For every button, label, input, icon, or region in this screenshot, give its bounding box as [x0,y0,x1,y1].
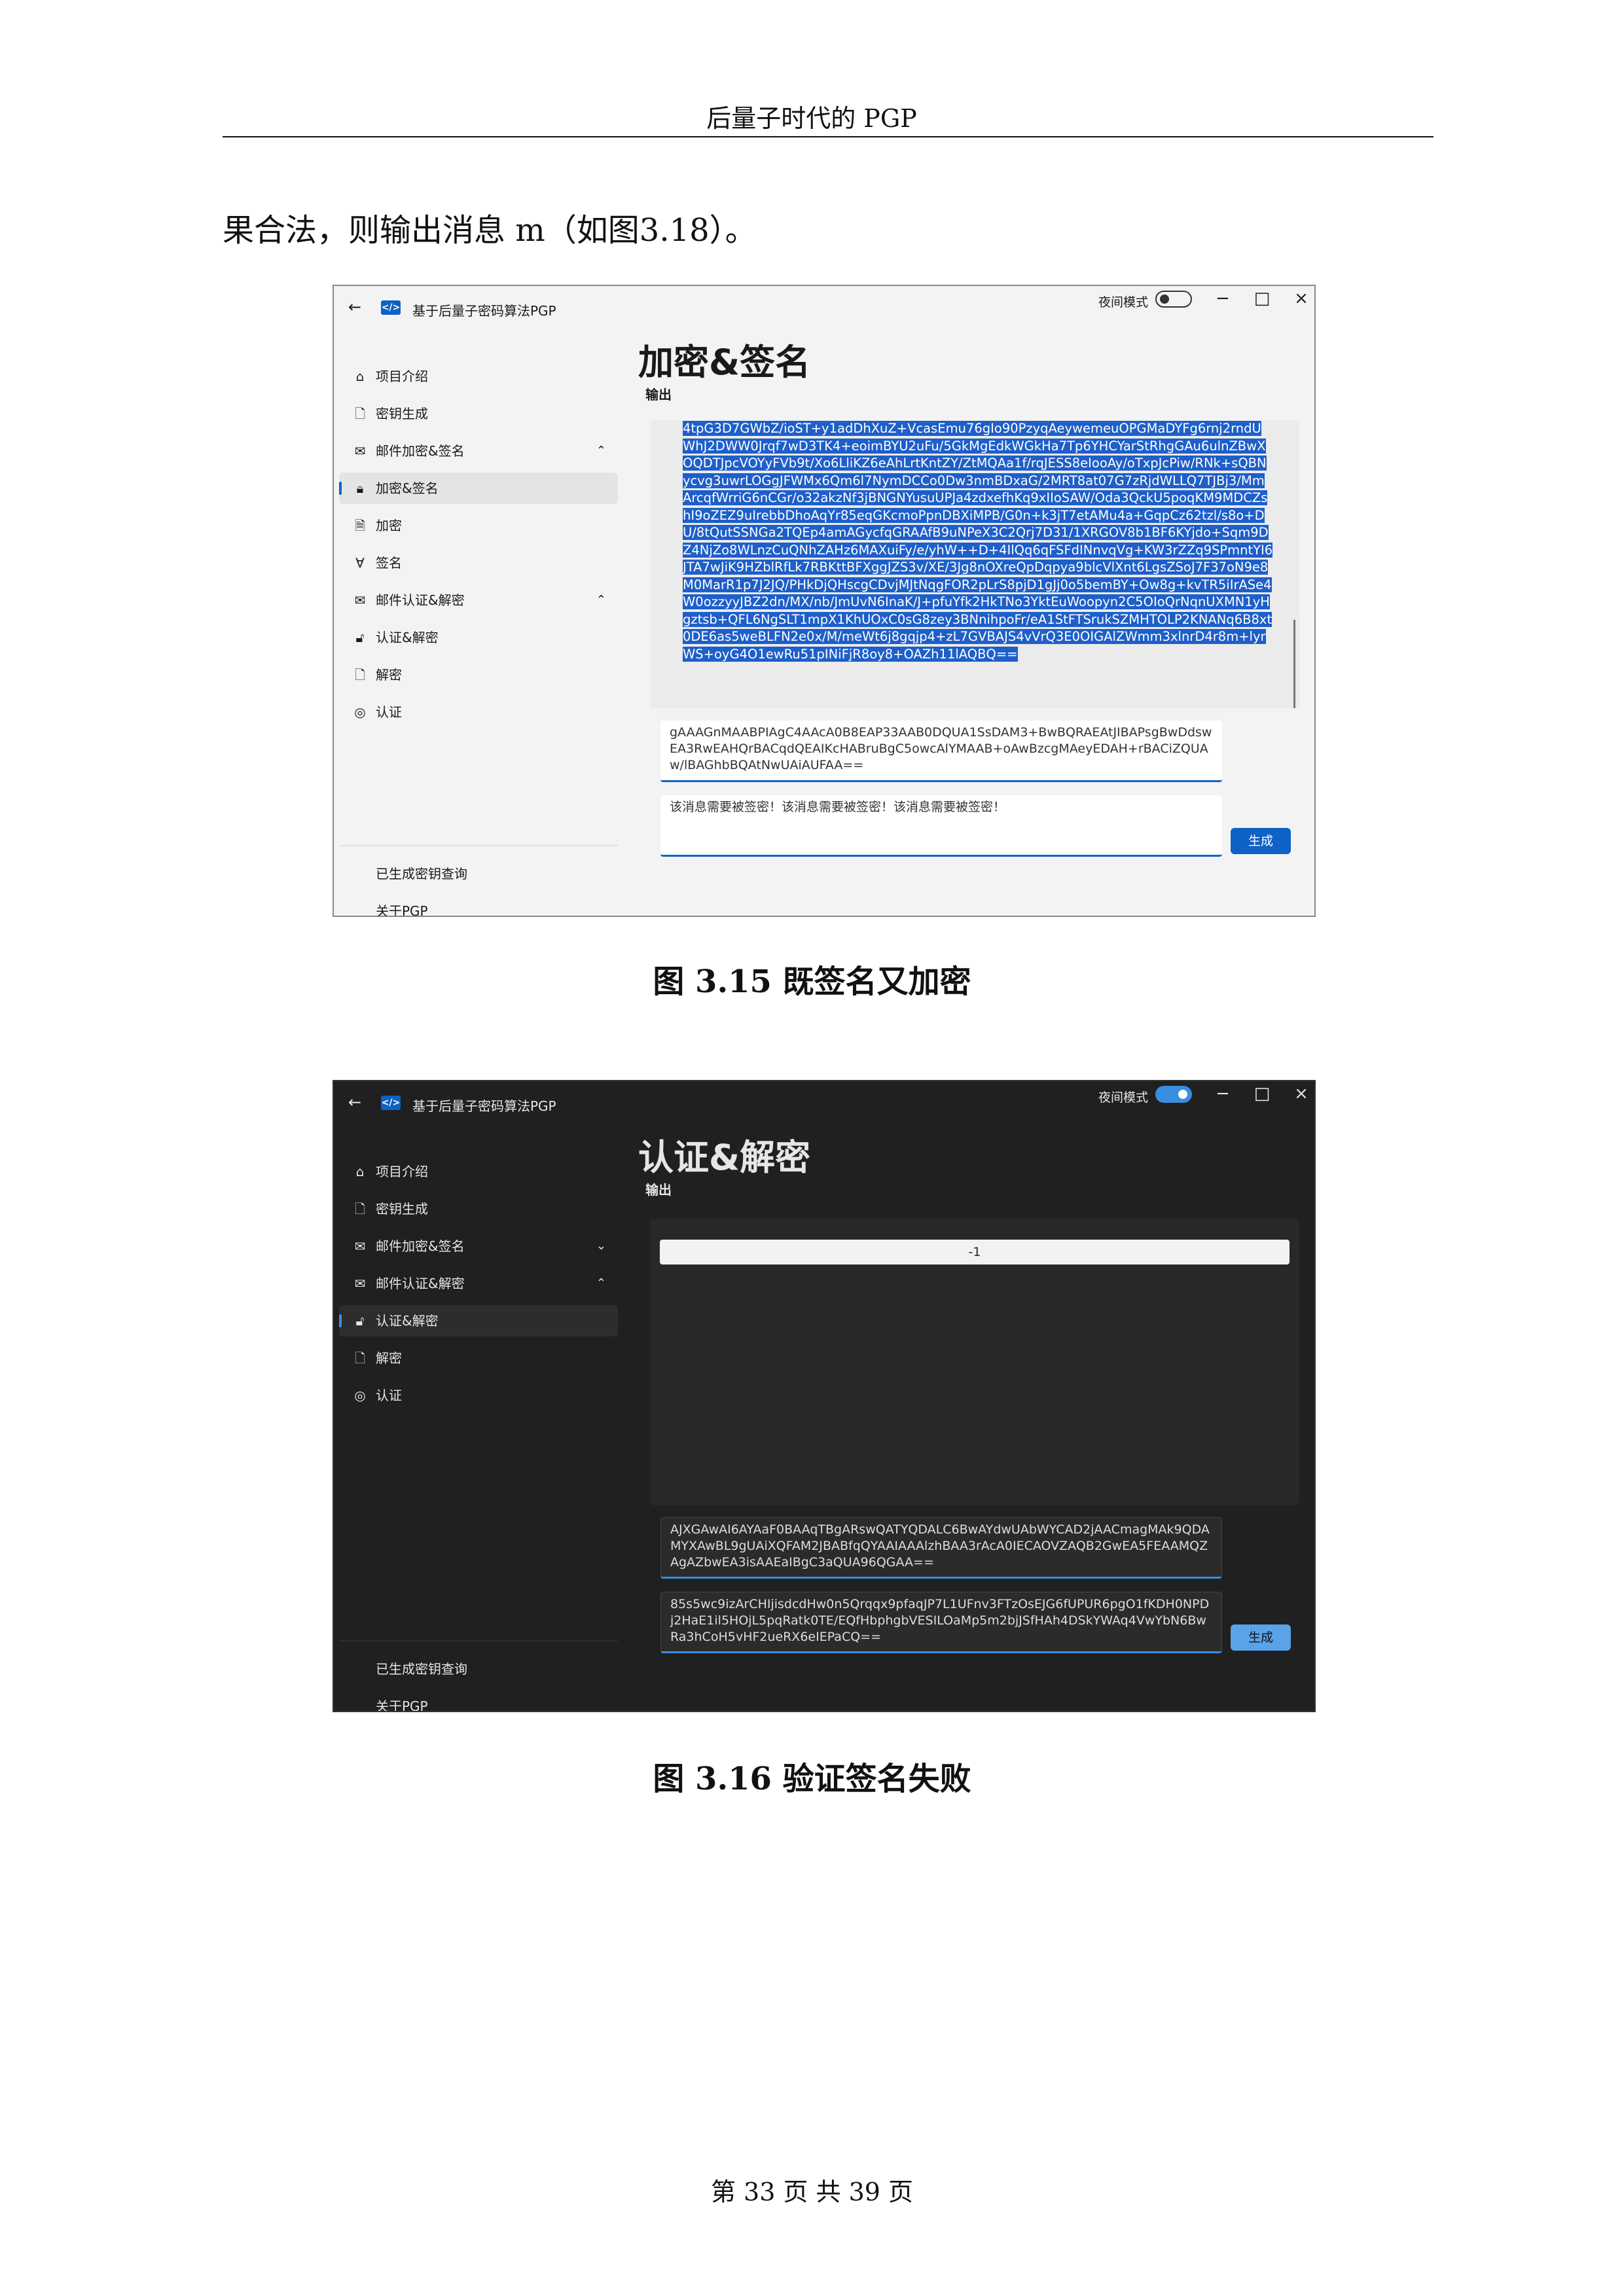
header-rule [223,136,1434,137]
sidebar-item-intro[interactable]: ⌂ 项目介绍 [339,361,618,392]
back-arrow-icon[interactable]: ← [348,1093,361,1111]
sidebar-nav: ⌂ 项目介绍 🗋 密钥生成 ✉ 邮件加密&签名 ⌃ 🔒︎ 加密&签名 🗎 加密 ∀ 签名 ✉ 邮… [334,325,622,916]
sidebar-item-encrypt[interactable]: 🗎 加密 [339,510,618,541]
mail-unlock-icon: ✉ [354,592,366,608]
running-header: 后量子时代的 PGP [706,104,917,133]
body-text-line: 果合法，则输出消息 m（如图3.18）。 [223,212,757,249]
generate-button[interactable]: 生成 [1231,828,1291,854]
sidebar-nav: ⌂ 项目介绍 🗋 密钥生成 ✉ 邮件加密&签名 ⌄ ✉ 邮件认证&解密 ⌃ 🔓︎ 认证&解密 … [334,1121,622,1711]
mail-lock-icon: ✉ [354,443,366,459]
figure-caption-3-15: 图 3.15 既签名又加密 [653,963,971,1000]
output-scrollbar[interactable] [1293,620,1295,708]
message-input-field[interactable]: 该消息需要被签密！该消息需要被签密！该消息需要被签密！ [660,795,1222,857]
sidebar-item-decrypt[interactable]: 🗋 解密 [339,659,618,691]
night-mode-label: 夜间模式 [1098,295,1149,310]
output-area[interactable]: -1 [650,1219,1299,1505]
sidebar-item-about[interactable]: 关于PGP [339,895,618,916]
minimize-icon[interactable]: − [1210,289,1236,308]
sidebar-item-verify-decrypt[interactable]: 🔓︎ 认证&解密 [339,1305,618,1336]
generate-button[interactable]: 生成 [1231,1624,1291,1651]
back-arrow-icon[interactable]: ← [348,298,361,316]
night-mode-toggle[interactable] [1155,1086,1192,1103]
app-window-encrypt-sign: ← </> 基于后量子密码算法PGP 夜间模式 − □ × ⌂ 项目介绍 🗋 密钥生… [333,285,1316,917]
sidebar-item-intro[interactable]: ⌂ 项目介绍 [339,1156,618,1187]
maximize-icon[interactable]: □ [1249,289,1275,308]
sidebar-item-keygen[interactable]: 🗋 密钥生成 [339,398,618,429]
output-label: 输出 [645,1182,672,1198]
chevron-down-icon: ⌄ [596,1239,606,1253]
minimize-icon[interactable]: − [1210,1084,1236,1103]
sidebar-item-key-query[interactable]: 已生成密钥查询 [339,1653,618,1685]
home-icon: ⌂ [355,1164,365,1179]
sidebar-divider [339,845,618,846]
key-file-icon: 🗋 [354,406,366,422]
app-window-verify-decrypt: ← </> 基于后量子密码算法PGP 夜间模式 − □ × ⌂ 项目介绍 🗋 密钥生… [333,1080,1316,1712]
mail-unlock-icon: ✉ [354,1276,366,1291]
sidebar-item-about[interactable]: 关于PGP [339,1691,618,1711]
toggle-knob [1160,295,1169,304]
sidebar-group-mail-verify-decrypt[interactable]: ✉ 邮件认证&解密 ⌃ [339,584,618,616]
sidebar-item-verify-decrypt[interactable]: 🔓︎ 认证&解密 [339,622,618,653]
sidebar-group-mail-verify-decrypt[interactable]: ✉ 邮件认证&解密 ⌃ [339,1268,618,1299]
sidebar-item-sign[interactable]: ∀ 签名 [339,547,618,579]
close-icon[interactable]: × [1288,289,1314,308]
result-value: -1 [660,1240,1290,1265]
title-bar: ← </> 基于后量子密码算法PGP 夜间模式 − □ × [334,1081,1314,1121]
sidebar-item-keygen[interactable]: 🗋 密钥生成 [339,1193,618,1225]
home-icon: ⌂ [355,368,365,384]
key-input-field[interactable]: gAAAGnMAABPIAgC4AAcA0B8EAP33AAB0DQUA1SsD… [660,721,1222,782]
ciphertext-input-field[interactable]: 85s5wc9izArCHIjisdcdHw0n5Qrqqx9pfaqJP7L1… [660,1592,1222,1653]
app-logo-icon: </> [381,1096,401,1110]
lock-doc-icon: 🗎 [354,518,366,533]
sidebar-divider [339,1640,618,1641]
app-title: 基于后量子密码算法PGP [412,1098,556,1114]
app-logo-icon: </> [381,300,401,315]
sidebar-item-encrypt-sign[interactable]: 🔒︎ 加密&签名 [339,473,618,504]
unlock-check-icon: 🔓︎ [355,630,365,645]
page-title: 加密&签名 [638,342,811,383]
maximize-icon[interactable]: □ [1249,1084,1275,1103]
title-bar: ← </> 基于后量子密码算法PGP 夜间模式 − □ × [334,286,1314,325]
fingerprint-icon: ◎ [354,1388,366,1403]
output-textarea[interactable]: 4tpG3D7GWbZ/ioST+y1adDhXuZ+VcasEmu76gIo9… [650,420,1299,708]
sidebar-item-key-query[interactable]: 已生成密钥查询 [339,858,618,889]
chevron-up-icon: ⌃ [596,593,606,607]
mail-lock-icon: ✉ [354,1238,366,1254]
output-label: 输出 [645,387,672,403]
lock-pen-icon: 🔒︎ [356,480,364,496]
signature-icon: ∀ [355,555,365,571]
toggle-knob [1178,1090,1187,1099]
night-mode-label: 夜间模式 [1098,1090,1149,1105]
fingerprint-icon: ◎ [354,704,366,720]
key-input-field[interactable]: AJXGAwAI6AYAaF0BAAqTBgARswQATYQDALC6BwAY… [660,1517,1222,1579]
sidebar-group-mail-encrypt-sign[interactable]: ✉ 邮件加密&签名 ⌃ [339,435,618,467]
close-icon[interactable]: × [1288,1084,1314,1103]
night-mode-toggle[interactable] [1155,291,1192,308]
unlock-check-icon: 🔓︎ [355,1313,365,1329]
sidebar-group-mail-encrypt-sign[interactable]: ✉ 邮件加密&签名 ⌄ [339,1230,618,1262]
chevron-up-icon: ⌃ [596,444,606,457]
sidebar-item-verify[interactable]: ◎ 认证 [339,696,618,728]
key-file-icon: 🗋 [354,1201,366,1217]
page-footer: 第 33 页 共 39 页 [710,2178,914,2206]
chevron-up-icon: ⌃ [596,1276,606,1290]
doc-icon: 🗋 [354,667,366,683]
app-title: 基于后量子密码算法PGP [412,303,556,319]
figure-caption-3-16: 图 3.16 验证签名失败 [653,1761,971,1797]
page-title: 认证&解密 [638,1137,811,1178]
sidebar-item-verify[interactable]: ◎ 认证 [339,1380,618,1411]
sidebar-item-decrypt[interactable]: 🗋 解密 [339,1342,618,1374]
doc-icon: 🗋 [354,1350,366,1366]
output-selected-text: 4tpG3D7GWbZ/ioST+y1adDhXuZ+VcasEmu76gIo9… [683,421,1273,662]
